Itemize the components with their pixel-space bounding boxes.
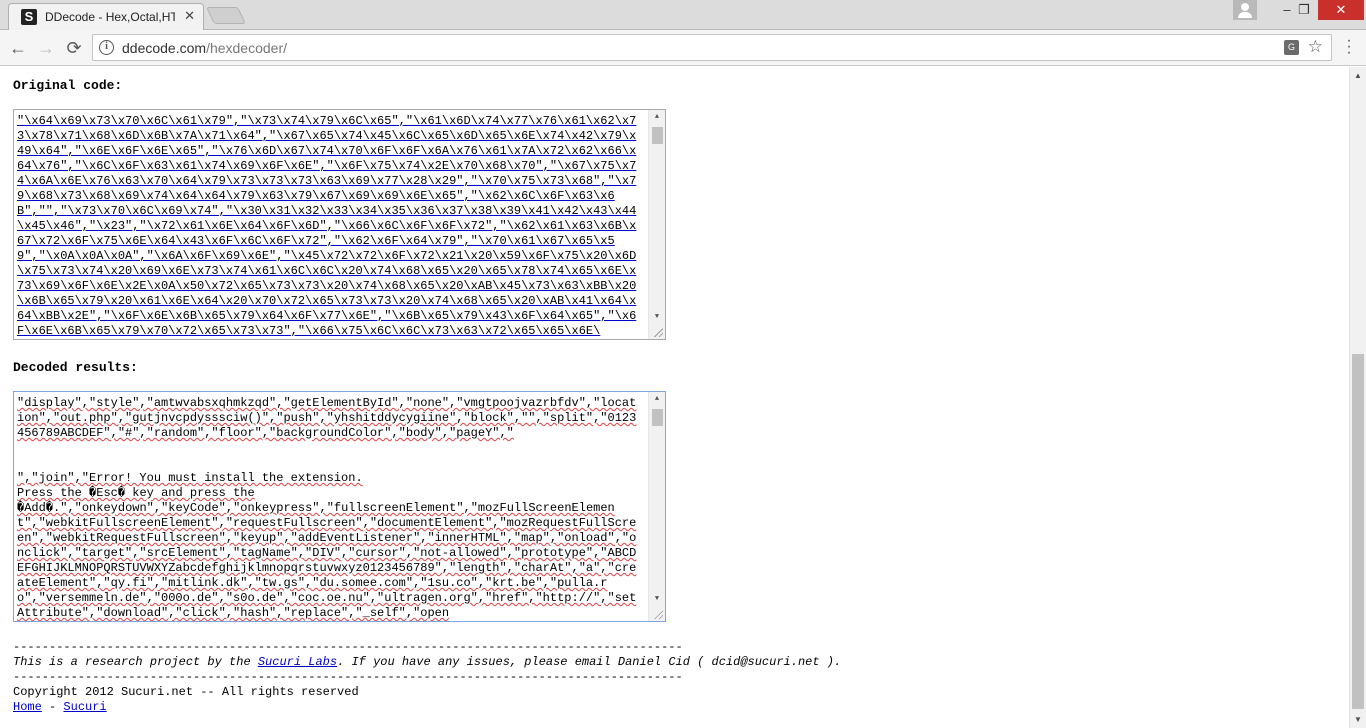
new-tab-button[interactable] (206, 7, 246, 24)
page-scroll-down-icon[interactable]: ▼ (1350, 711, 1366, 728)
decoded-results-scrollbar[interactable]: ▲ ▼ (648, 392, 665, 621)
decoded-results-heading: Decoded results: (13, 360, 138, 375)
sucuri-link[interactable]: Sucuri (63, 700, 106, 714)
scroll-up-icon[interactable]: ▲ (649, 392, 665, 407)
page-scroll-up-icon[interactable]: ▲ (1350, 67, 1366, 84)
bookmark-star-icon[interactable]: ☆ (1308, 37, 1323, 57)
favicon-icon: S (21, 9, 37, 25)
scroll-down-icon[interactable]: ▼ (649, 592, 665, 607)
page-scrollbar[interactable]: ▲ ▼ (1349, 67, 1366, 728)
footer-rule-top: ----------------------------------------… (13, 640, 683, 654)
decoded-results-textarea[interactable]: "display","style","amtwvabsxqhmkzqd","ge… (13, 391, 666, 622)
sucuri-labs-link[interactable]: Sucuri Labs (258, 655, 337, 669)
scroll-thumb[interactable] (652, 127, 663, 144)
page-content: Original code: "\x64\x69\x73\x70\x6C\x61… (0, 67, 1349, 728)
original-code-scrollbar[interactable]: ▲ ▼ (648, 110, 665, 339)
browser-toolbar: ← → ⟳ i ddecode.com/hexdecoder/ G ☆ · · · (0, 30, 1366, 66)
close-window-button[interactable]: ✕ (1318, 0, 1364, 20)
copyright-text: Copyright 2012 Sucuri.net -- All rights … (13, 685, 359, 699)
footer-links: Home - Sucuri (13, 700, 107, 714)
page-scroll-thumb[interactable] (1352, 354, 1364, 709)
original-code-text: "\x64\x69\x73\x70\x6C\x61\x79","\x73\x74… (17, 114, 637, 338)
tab-close-icon[interactable]: ✕ (184, 8, 195, 24)
back-arrow-icon[interactable]: ← (6, 36, 30, 60)
url-path: /hexdecoder/ (206, 40, 288, 56)
home-link[interactable]: Home (13, 700, 42, 714)
info-icon[interactable]: i (99, 40, 114, 55)
original-code-textarea[interactable]: "\x64\x69\x73\x70\x6C\x61\x79","\x73\x74… (13, 109, 666, 340)
resize-handle-icon[interactable] (654, 328, 663, 337)
decoded-results-text: "display","style","amtwvabsxqhmkzqd","ge… (17, 396, 637, 620)
url-host: ddecode.com (122, 40, 207, 56)
original-code-heading: Original code: (13, 78, 123, 93)
forward-arrow-icon[interactable]: → (34, 36, 58, 60)
scroll-down-icon[interactable]: ▼ (649, 310, 665, 325)
tab-strip: S DDecode - Hex,Octal,HTML ✕ – ❐ ✕ (0, 0, 1366, 30)
scroll-up-icon[interactable]: ▲ (649, 110, 665, 125)
tab-title: DDecode - Hex,Octal,HTML (45, 10, 175, 24)
research-notice: This is a research project by the Sucuri… (13, 655, 841, 669)
url-text[interactable]: ddecode.com/hexdecoder/ (122, 40, 287, 56)
resize-handle-icon[interactable] (654, 610, 663, 619)
footer-rule-bottom: ----------------------------------------… (13, 670, 683, 684)
translate-icon[interactable]: G (1284, 40, 1299, 55)
menu-icon[interactable]: · · · (1344, 33, 1354, 61)
browser-tab[interactable]: S DDecode - Hex,Octal,HTML ✕ (8, 3, 204, 30)
research-suffix: . If you have any issues, please email D… (337, 655, 842, 669)
restore-button[interactable]: ❐ (1290, 0, 1318, 20)
footer-separator: - (41, 700, 64, 714)
scroll-thumb[interactable] (652, 409, 663, 426)
reload-icon[interactable]: ⟳ (62, 36, 86, 60)
user-profile-icon[interactable] (1233, 0, 1257, 20)
address-bar[interactable]: i ddecode.com/hexdecoder/ G ☆ (92, 34, 1332, 61)
research-prefix: This is a research project by the (13, 655, 258, 669)
